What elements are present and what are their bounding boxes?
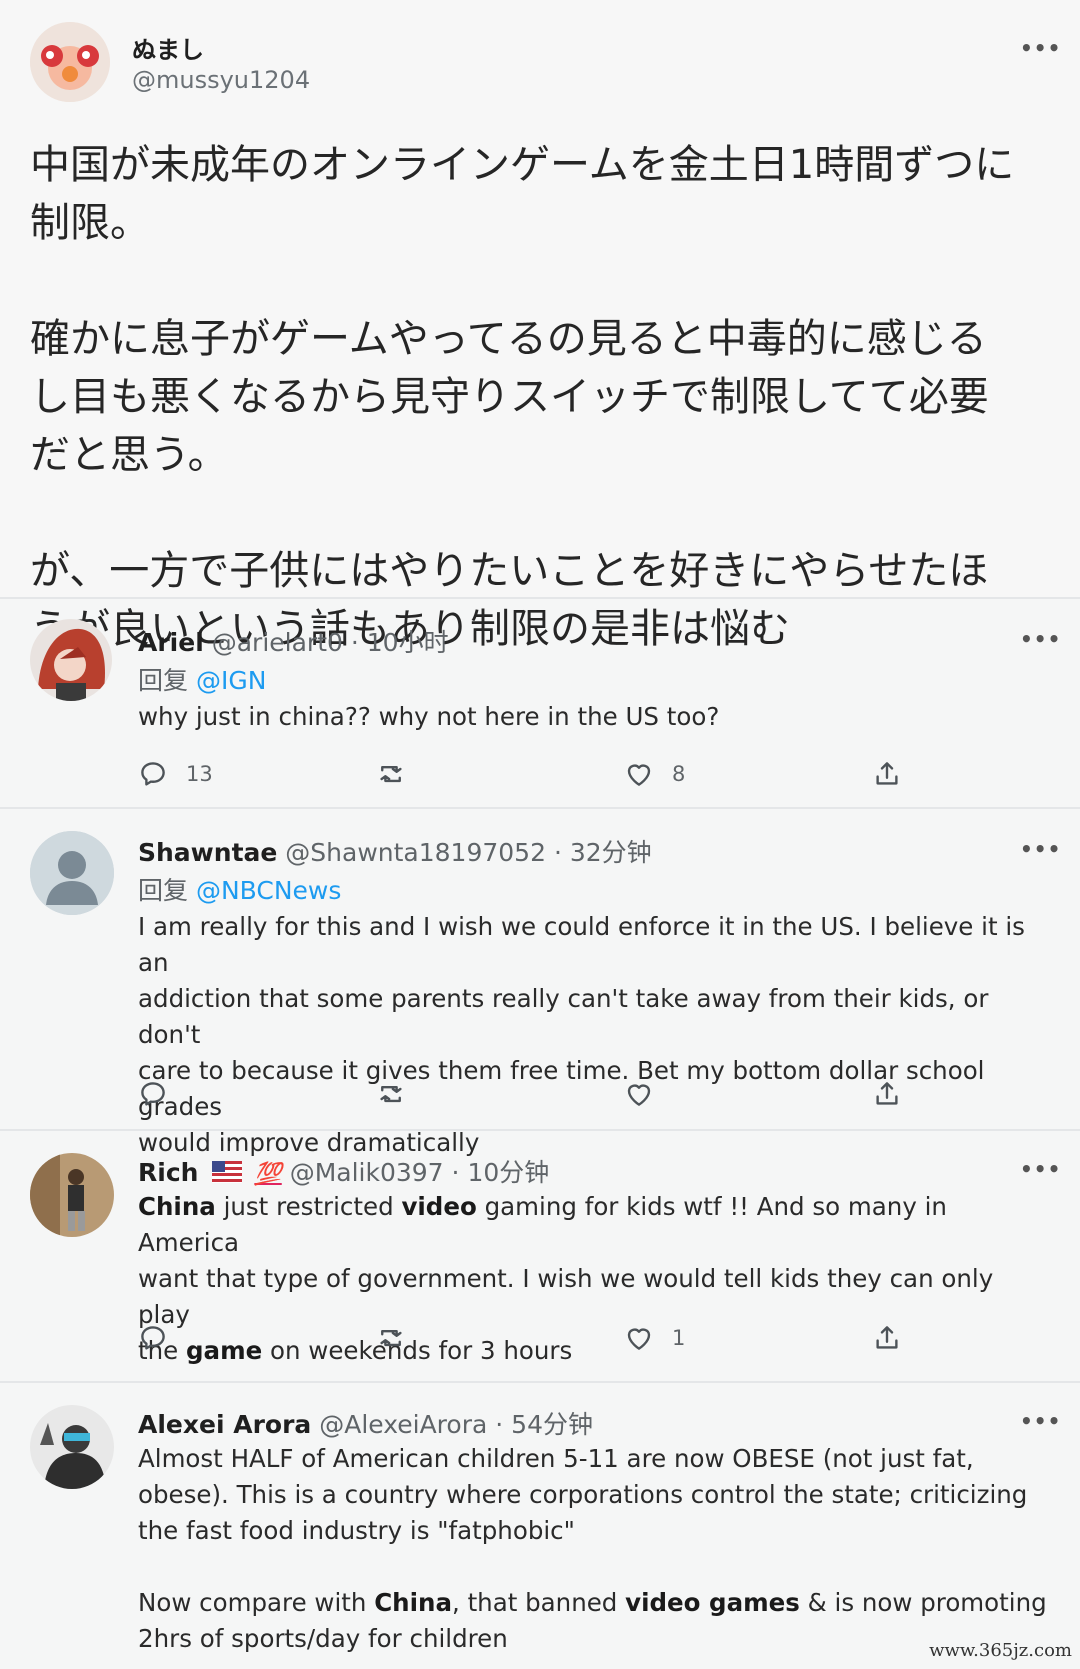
reply-mention-link[interactable]: @IGN [196, 666, 266, 695]
retweet-icon [376, 759, 406, 789]
text-segment: , that banned [452, 1588, 626, 1617]
author-name[interactable]: ぬまし [132, 30, 204, 65]
share-icon [872, 759, 902, 789]
more-icon[interactable]: ••• [1020, 837, 1061, 861]
author-handle[interactable]: @mussyu1204 [132, 66, 310, 94]
like-button[interactable] [624, 1077, 654, 1111]
author-name[interactable]: Alexei Arora [138, 1410, 311, 1439]
more-icon[interactable]: ••• [1020, 36, 1061, 60]
text-segment: just restricted [215, 1192, 402, 1221]
default-avatar-icon [30, 831, 114, 915]
reply-text: I am really for this and I wish we could… [138, 912, 1025, 1157]
author-name[interactable]: Shawntae [138, 838, 277, 867]
reply-mention-link[interactable]: @NBCNews [196, 876, 341, 905]
timestamp[interactable]: · 10小时 [351, 628, 449, 657]
reply-text: Almost HALF of American children 5-11 ar… [138, 1441, 1048, 1657]
heart-icon [624, 1323, 654, 1353]
timestamp[interactable]: · 10分钟 [452, 1158, 550, 1187]
reply-tweet[interactable]: Alexei Arora @AlexeiArora · 54分钟 ••• Alm… [0, 1383, 1080, 1669]
avatar[interactable] [30, 1405, 114, 1489]
author-handle[interactable]: @arielart0 [212, 628, 343, 657]
retweet-button[interactable] [376, 1077, 406, 1111]
more-icon[interactable]: ••• [1020, 627, 1061, 651]
reply-tweet[interactable]: Shawntae @Shawnta18197052 · 32分钟 ••• 回复 … [0, 809, 1080, 1157]
more-icon[interactable]: ••• [1020, 1157, 1061, 1181]
author-handle[interactable]: @AlexeiArora [319, 1410, 487, 1439]
highlighted-keyword: China [138, 1192, 216, 1221]
us-flag-icon [212, 1161, 243, 1183]
tweet-text: 中国が未成年のオンラインゲームを金土日1時間ずつに 制限。 確かに息子がゲームや… [30, 142, 1015, 652]
action-bar: 13 8 [138, 757, 918, 791]
author-name[interactable]: Rich [138, 1158, 198, 1187]
reply-icon [138, 1323, 168, 1353]
timestamp[interactable]: · 54分钟 [495, 1410, 593, 1439]
action-bar: 1 [138, 1321, 918, 1355]
reply-header: Rich 💯 @Malik0397 · 10分钟 [138, 1153, 549, 1189]
avatar-image [30, 1153, 114, 1237]
retweet-button[interactable] [376, 1321, 406, 1355]
heart-icon [624, 1079, 654, 1109]
reply-tweet[interactable]: Rich 💯 @Malik0397 · 10分钟 ••• China just … [0, 1131, 1080, 1379]
share-button[interactable] [872, 1321, 902, 1355]
reply-to-line: 回复 @NBCNews [138, 871, 341, 907]
like-count: 1 [672, 1326, 686, 1350]
reply-label: 回复 [138, 876, 189, 905]
reply-count: 13 [186, 762, 213, 786]
author-handle[interactable]: @Malik0397 [290, 1158, 444, 1187]
highlighted-keyword: China [374, 1588, 452, 1617]
avatar[interactable] [30, 831, 114, 915]
reply-to-line: 回复 @IGN [138, 661, 266, 697]
heart-icon [624, 759, 654, 789]
share-button[interactable] [872, 1077, 902, 1111]
highlighted-keyword: video [401, 1192, 477, 1221]
reply-tweet[interactable]: Ariel @arielart0 · 10小时 ••• 回复 @IGN why … [0, 599, 1080, 805]
retweet-icon [376, 1079, 406, 1109]
reply-text: why just in china?? why not here in the … [138, 702, 720, 731]
action-bar [138, 1077, 918, 1111]
share-icon [872, 1079, 902, 1109]
avatar[interactable] [30, 619, 112, 701]
avatar[interactable] [30, 1153, 114, 1237]
retweet-icon [376, 1323, 406, 1353]
reply-label: 回复 [138, 666, 189, 695]
avatar-image [30, 1405, 114, 1489]
author-name[interactable]: Ariel [138, 628, 204, 657]
retweet-button[interactable] [376, 757, 406, 791]
avatar[interactable] [30, 22, 110, 102]
reply-icon [138, 759, 168, 789]
highlighted-keyword: video games [625, 1588, 800, 1617]
reply-button[interactable] [138, 1321, 168, 1355]
hundred-points-icon: 💯 [254, 1162, 282, 1187]
timestamp[interactable]: · 32分钟 [554, 838, 652, 867]
author-handle[interactable]: @Shawnta18197052 [285, 838, 546, 867]
like-count: 8 [672, 762, 686, 786]
share-button[interactable] [872, 757, 902, 791]
avatar-image [30, 619, 112, 701]
like-button[interactable]: 1 [624, 1321, 685, 1355]
reply-button[interactable] [138, 1077, 168, 1111]
reply-header: Alexei Arora @AlexeiArora · 54分钟 [138, 1405, 593, 1441]
reply-header: Shawntae @Shawnta18197052 · 32分钟 [138, 833, 652, 869]
watermark: www.365jz.com [929, 1640, 1072, 1661]
avatar-image [30, 22, 110, 102]
share-icon [872, 1323, 902, 1353]
more-icon[interactable]: ••• [1020, 1409, 1061, 1433]
reply-icon [138, 1079, 168, 1109]
reply-button[interactable]: 13 [138, 757, 213, 791]
like-button[interactable]: 8 [624, 757, 685, 791]
reply-header: Ariel @arielart0 · 10小时 [138, 623, 449, 659]
main-tweet: ぬまし @mussyu1204 ••• 中国が未成年のオンラインゲームを金土日1… [0, 0, 1080, 652]
